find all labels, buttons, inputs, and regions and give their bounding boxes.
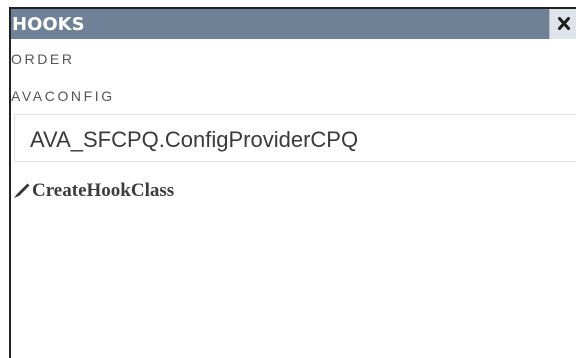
- panel-title: HOOKS: [12, 14, 85, 35]
- panel-header: HOOKS: [11, 9, 576, 39]
- close-button[interactable]: [549, 9, 576, 39]
- avaconfig-label: AVACONFIG: [11, 88, 115, 104]
- pencil-icon: [14, 183, 30, 198]
- order-label: ORDER: [11, 51, 75, 67]
- hooks-panel: HOOKS ORDER AVACONFIG AVA_SFCPQ.ConfigPr…: [9, 7, 576, 358]
- avaconfig-value: AVA_SFCPQ.ConfigProviderCPQ: [30, 127, 359, 152]
- avaconfig-value-field: AVA_SFCPQ.ConfigProviderCPQ: [14, 114, 576, 162]
- close-icon: [558, 17, 570, 30]
- create-hook-class-label: CreateHookClass: [32, 180, 175, 201]
